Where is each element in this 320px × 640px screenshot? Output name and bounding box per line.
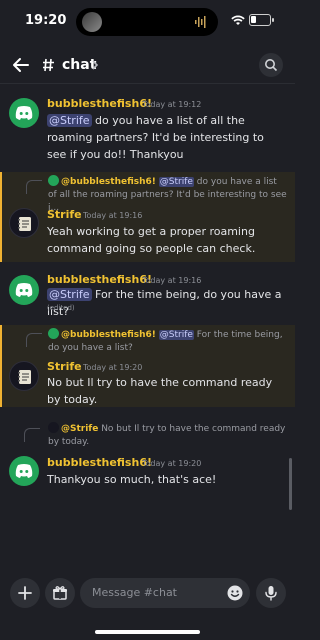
author-name[interactable]: bubblesthefish6! bbox=[47, 456, 152, 469]
timestamp: Today at 19:20 bbox=[142, 459, 202, 468]
reply-author: @bubblesthefish6! bbox=[61, 177, 156, 187]
plus-icon bbox=[18, 586, 32, 600]
reply-mention: @Strife bbox=[158, 330, 194, 340]
reply-avatar bbox=[48, 422, 59, 433]
timestamp: Today at 19:20 bbox=[83, 363, 143, 372]
audio-wave-icon bbox=[195, 16, 206, 28]
message-composer: Message #chat bbox=[0, 570, 295, 616]
notepad-icon bbox=[18, 370, 31, 384]
scrollbar-thumb[interactable] bbox=[289, 458, 292, 510]
now-playing-artwork bbox=[82, 12, 102, 32]
reply-avatar bbox=[48, 175, 59, 186]
reply-avatar bbox=[48, 328, 59, 339]
avatar[interactable] bbox=[9, 275, 39, 305]
discord-logo-icon bbox=[15, 464, 33, 478]
user-mention[interactable]: @Strife bbox=[47, 288, 92, 301]
channel-header: chat bbox=[0, 48, 295, 84]
notepad-icon bbox=[18, 217, 31, 231]
edited-label: (edited) bbox=[47, 304, 75, 312]
reply-connector bbox=[26, 333, 42, 347]
discord-logo-icon bbox=[15, 106, 33, 120]
add-attachment-button[interactable] bbox=[10, 578, 40, 608]
back-arrow-icon[interactable] bbox=[10, 54, 32, 76]
message-text: @Strife For the time being, do you have … bbox=[47, 286, 287, 320]
avatar[interactable] bbox=[9, 208, 39, 238]
message-text: No but Il try to have the command ready … bbox=[47, 376, 273, 406]
author-name[interactable]: Strife bbox=[47, 360, 82, 373]
timestamp: Today at 19:12 bbox=[142, 100, 202, 109]
search-icon bbox=[265, 59, 278, 72]
reply-preview[interactable]: @bubblesthefish6! @Strife do you have a … bbox=[48, 175, 288, 215]
message-text: Thankyou so much, that's ace! bbox=[47, 473, 217, 486]
timestamp: Today at 19:16 bbox=[83, 211, 143, 220]
author-name[interactable]: bubblesthefish6! bbox=[47, 273, 152, 286]
highlighted-message[interactable]: @bubblesthefish6! @Strife For the time b… bbox=[0, 325, 295, 407]
thread-hash-icon bbox=[43, 58, 54, 72]
reply-author: @Strife bbox=[61, 424, 99, 434]
battery-tip bbox=[272, 18, 274, 22]
timestamp: Today at 19:16 bbox=[142, 276, 202, 285]
message-input[interactable]: Message #chat bbox=[80, 578, 250, 608]
avatar[interactable] bbox=[9, 98, 39, 128]
reply-connector bbox=[26, 180, 42, 194]
avatar[interactable] bbox=[9, 456, 39, 486]
reply-connector bbox=[24, 428, 40, 442]
user-mention[interactable]: @Strife bbox=[47, 114, 92, 127]
status-bar: 19:20 bbox=[0, 0, 295, 44]
message-text: @Strife do you have a list of all the ro… bbox=[47, 112, 282, 163]
reply-preview[interactable]: @bubblesthefish6! @Strife For the time b… bbox=[48, 328, 288, 355]
reply-mention: @Strife bbox=[158, 177, 194, 187]
message-text: Yeah working to get a proper roaming com… bbox=[47, 225, 256, 255]
microphone-icon bbox=[265, 586, 277, 601]
status-time: 19:20 bbox=[25, 13, 67, 28]
emoji-icon[interactable] bbox=[227, 585, 243, 601]
message-item[interactable]: bubblesthefish6! Today at 19:16 @Strife … bbox=[0, 272, 295, 318]
message-item[interactable]: bubblesthefish6! Today at 19:12 @Strife … bbox=[0, 94, 295, 164]
dynamic-island bbox=[76, 8, 218, 36]
message-item[interactable]: @Strife No but Il try to have the comman… bbox=[0, 420, 295, 492]
discord-logo-icon bbox=[15, 283, 33, 297]
gift-icon bbox=[53, 586, 67, 600]
home-indicator[interactable] bbox=[95, 630, 200, 634]
wifi-icon bbox=[231, 15, 245, 25]
gift-button[interactable] bbox=[45, 578, 75, 608]
author-name[interactable]: bubblesthefish6! bbox=[47, 97, 152, 110]
message-placeholder: Message #chat bbox=[92, 586, 177, 599]
author-name[interactable]: Strife bbox=[47, 208, 82, 221]
chevron-right-icon[interactable] bbox=[91, 59, 99, 71]
reply-author: @bubblesthefish6! bbox=[61, 330, 156, 340]
voice-message-button[interactable] bbox=[256, 578, 286, 608]
search-button[interactable] bbox=[259, 53, 283, 77]
avatar[interactable] bbox=[9, 361, 39, 391]
highlighted-message[interactable]: @bubblesthefish6! @Strife do you have a … bbox=[0, 172, 295, 262]
battery-icon bbox=[249, 14, 271, 26]
reply-preview[interactable]: @Strife No but Il try to have the comman… bbox=[48, 422, 286, 449]
